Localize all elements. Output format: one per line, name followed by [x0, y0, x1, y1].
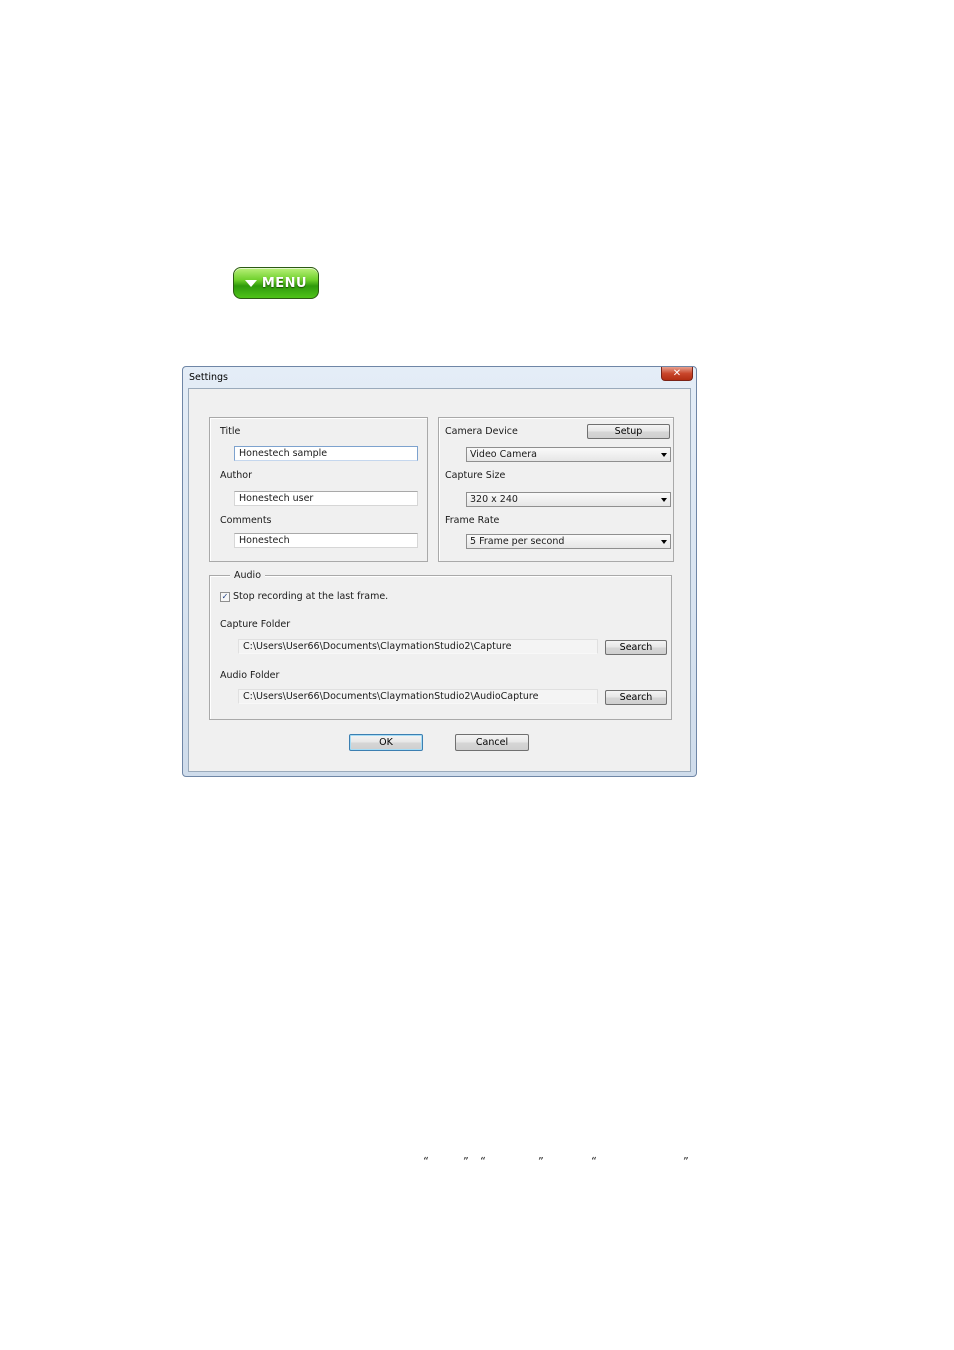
stop-recording-checkbox[interactable]: ✓ [220, 592, 230, 602]
quote-open-2: “ [480, 1155, 486, 1168]
author-input[interactable]: Honestech user [234, 491, 418, 506]
comments-input[interactable]: Honestech [234, 533, 418, 548]
chevron-down-icon [661, 498, 667, 502]
title-label: Title [220, 426, 241, 437]
audio-folder-label: Audio Folder [220, 670, 280, 681]
settings-window: Settings ✕ Title Honestech sample Author… [182, 366, 697, 777]
audio-folder-search-button[interactable]: Search [605, 690, 667, 705]
quote-open-3: “ [591, 1155, 597, 1168]
setup-button[interactable]: Setup [587, 424, 670, 439]
frame-rate-value: 5 Frame per second [470, 536, 565, 547]
menu-button[interactable]: MENU [233, 267, 319, 299]
stop-recording-label: Stop recording at the last frame. [233, 591, 389, 602]
capture-folder-search-button[interactable]: Search [605, 640, 667, 655]
ok-button[interactable]: OK [349, 734, 423, 751]
chevron-down-icon [661, 540, 667, 544]
dropdown-triangle-icon [244, 279, 257, 287]
close-icon: ✕ [672, 367, 682, 379]
frame-rate-label: Frame Rate [445, 515, 500, 526]
camera-device-select[interactable]: Video Camera [466, 447, 671, 462]
close-button[interactable]: ✕ [661, 367, 693, 381]
title-input[interactable]: Honestech sample [234, 446, 418, 461]
capture-folder-field[interactable]: C:\Users\User66\Documents\ClaymationStud… [238, 639, 598, 654]
audio-group-label: Audio [230, 570, 266, 581]
camera-device-label: Camera Device [445, 426, 518, 437]
comments-label: Comments [220, 515, 272, 526]
audio-folder-field[interactable]: C:\Users\User66\Documents\ClaymationStud… [238, 689, 598, 704]
camera-group: Camera Device Setup Video Camera Capture… [438, 417, 674, 562]
window-title: Settings [189, 372, 228, 383]
info-group: Title Honestech sample Author Honestech … [209, 417, 428, 562]
frame-rate-select[interactable]: 5 Frame per second [466, 534, 671, 549]
quote-open-1: “ [423, 1155, 429, 1168]
quote-close-1: ” [463, 1155, 469, 1168]
quote-close-3: ” [683, 1155, 689, 1168]
capture-size-select[interactable]: 320 x 240 [466, 492, 671, 507]
capture-folder-label: Capture Folder [220, 619, 291, 630]
window-client-area: Title Honestech sample Author Honestech … [188, 388, 691, 772]
checkmark-icon: ✓ [221, 592, 229, 601]
menu-button-label: MENU [261, 275, 308, 291]
chevron-down-icon [661, 453, 667, 457]
capture-size-value: 320 x 240 [470, 494, 518, 505]
quote-close-2: ” [538, 1155, 544, 1168]
author-label: Author [220, 470, 252, 481]
camera-device-value: Video Camera [470, 449, 537, 460]
cancel-button[interactable]: Cancel [455, 734, 529, 751]
capture-size-label: Capture Size [445, 470, 506, 481]
